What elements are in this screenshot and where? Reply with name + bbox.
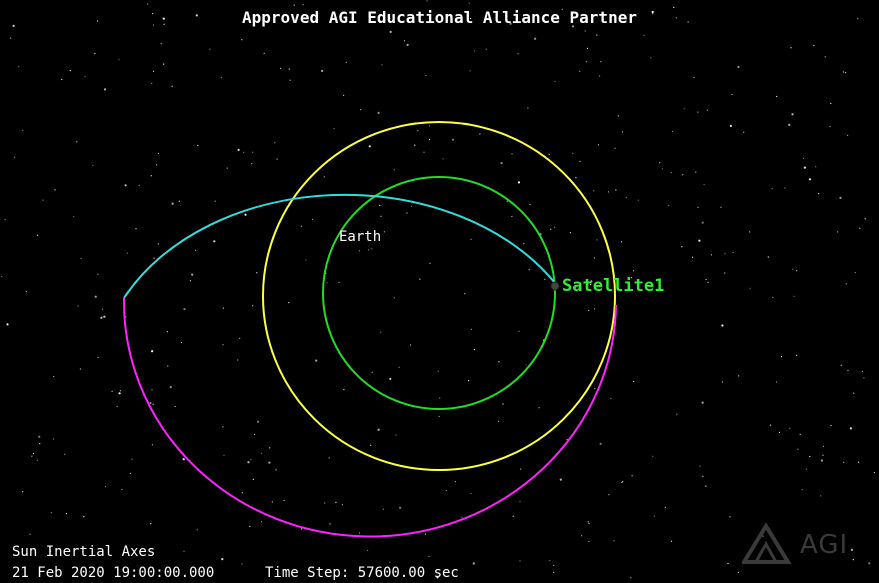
transfer-orbit-lower	[122, 297, 617, 538]
orbit-graphics	[122, 121, 617, 538]
time-step-label: Time Step: 57600.00 sec	[265, 565, 459, 581]
earth-label: Earth	[339, 229, 382, 245]
agi-logo-text: AGI	[800, 530, 849, 560]
satellite-marker[interactable]	[550, 281, 560, 291]
axes-label: Sun Inertial Axes	[12, 544, 156, 560]
transfer-orbit-upper	[123, 193, 556, 299]
3d-viewport[interactable]: Approved AGI Educational Alliance Partne…	[0, 0, 879, 583]
middle-orbit	[262, 121, 616, 471]
satellite-label: Satellite1	[562, 276, 665, 296]
inner-orbit	[322, 176, 556, 410]
epoch-label: 21 Feb 2020 19:00:00.000	[12, 565, 215, 581]
banner-text: Approved AGI Educational Alliance Partne…	[242, 8, 637, 27]
